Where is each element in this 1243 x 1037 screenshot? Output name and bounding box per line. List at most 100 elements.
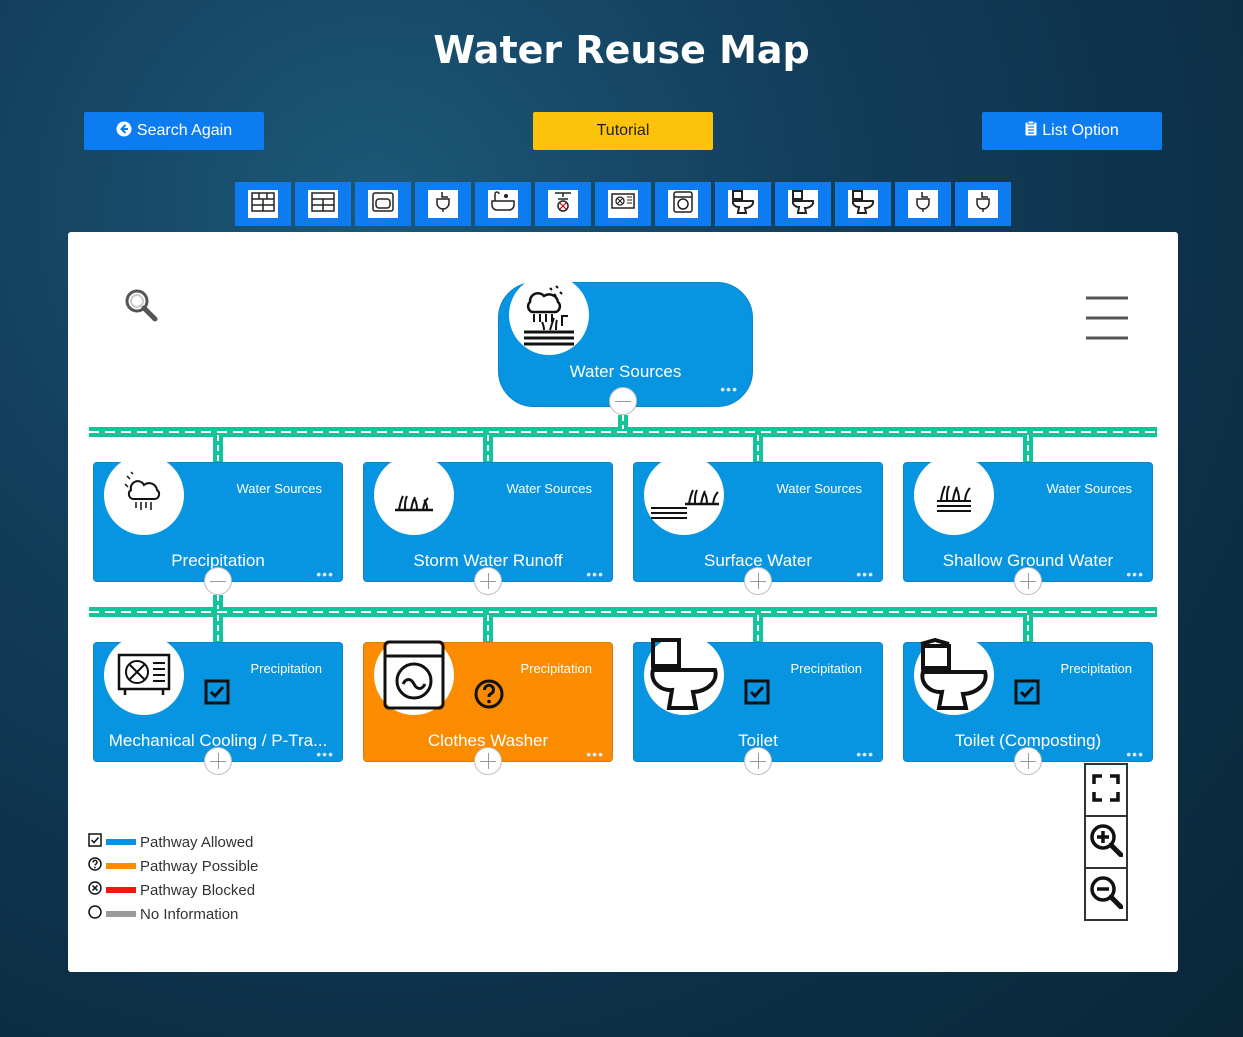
question-icon xyxy=(88,857,102,875)
grass-icon xyxy=(374,455,454,535)
kitchen-cabinets-icon xyxy=(311,191,335,217)
node-expand-toggle[interactable] xyxy=(1014,747,1042,775)
node-expand-toggle[interactable] xyxy=(1014,567,1042,595)
node-menu-icon[interactable]: ••• xyxy=(316,567,334,581)
node-category-label: Water Sources xyxy=(506,481,593,496)
node-menu-icon[interactable]: ••• xyxy=(586,747,604,761)
node-category-label: Precipitation xyxy=(790,661,862,676)
page-title: Water Reuse Map xyxy=(433,28,810,72)
search-again-button[interactable]: Search Again xyxy=(84,112,264,150)
fullscreen-button[interactable] xyxy=(1086,765,1126,817)
zoom-in-button[interactable] xyxy=(1086,817,1126,869)
node-menu-icon[interactable]: ••• xyxy=(1126,747,1144,761)
dishwasher-icon xyxy=(372,191,394,217)
node-menu-icon[interactable]: ••• xyxy=(316,747,334,761)
kitchen-cabinets-icon xyxy=(251,191,275,217)
connector-line xyxy=(213,435,223,463)
fixture-button-toilet[interactable] xyxy=(715,182,771,226)
legend: Pathway Allowed Pathway Possible Pathway… xyxy=(88,830,258,926)
node-shallow-ground-water[interactable]: Water Sources Shallow Ground Water ••• xyxy=(903,455,1153,582)
node-toilet-composting[interactable]: Precipitation Toilet (Composting) ••• xyxy=(903,635,1153,762)
list-option-button[interactable]: List Option xyxy=(982,112,1162,150)
node-category-label: Precipitation xyxy=(250,661,322,676)
connector-line xyxy=(753,435,763,463)
mechanical-cooling-icon xyxy=(611,192,635,216)
search-again-label: Search Again xyxy=(136,122,233,139)
fixture-button-sink-3[interactable] xyxy=(955,182,1011,226)
sink-icon xyxy=(435,191,451,218)
fixture-button-toilet-2[interactable] xyxy=(775,182,831,226)
sink-icon xyxy=(975,191,991,218)
zoom-in-icon xyxy=(1089,823,1124,862)
zoom-out-button[interactable] xyxy=(1086,869,1126,919)
node-expand-toggle[interactable] xyxy=(204,747,232,775)
node-expand-toggle[interactable] xyxy=(474,567,502,595)
node-category-label: Precipitation xyxy=(520,661,592,676)
checkbox-icon xyxy=(88,833,102,851)
node-menu-icon[interactable]: ••• xyxy=(856,747,874,761)
node-menu-icon[interactable]: ••• xyxy=(586,567,604,581)
node-surface-water[interactable]: Water Sources Surface Water ••• xyxy=(633,455,883,582)
list-option-label: List Option xyxy=(1042,122,1119,139)
fixture-button-dishwasher[interactable] xyxy=(355,182,411,226)
node-mechanical-cooling[interactable]: Precipitation Mechanical Cooling / P-Tra… xyxy=(93,635,343,762)
node-menu-icon[interactable]: ••• xyxy=(1126,567,1144,581)
legend-swatch xyxy=(106,911,136,917)
connector-line xyxy=(213,615,223,643)
node-clothes-washer[interactable]: Precipitation Clothes Washer ••• xyxy=(363,635,613,762)
fixture-button-cooling[interactable] xyxy=(595,182,651,226)
mechanical-cooling-icon xyxy=(104,635,184,715)
tutorial-button[interactable]: Tutorial xyxy=(533,112,713,150)
legend-label: Pathway Blocked xyxy=(140,881,256,899)
toilet-icon xyxy=(791,189,815,219)
node-toilet[interactable]: Precipitation Toilet ••• xyxy=(633,635,883,762)
node-collapse-toggle[interactable] xyxy=(204,567,232,595)
toilet-icon xyxy=(914,635,994,715)
connector-line xyxy=(483,615,493,643)
legend-item: Pathway Allowed xyxy=(88,830,258,854)
connector-line xyxy=(1023,615,1033,643)
bathtub-icon xyxy=(491,190,515,218)
arrow-left-circle-icon xyxy=(116,121,132,142)
legend-label: Pathway Allowed xyxy=(140,833,254,851)
search-icon[interactable] xyxy=(123,287,159,328)
rain-cloud-icon xyxy=(104,455,184,535)
toilet-icon xyxy=(644,635,724,715)
clothes-washer-icon xyxy=(673,190,693,218)
connector-line xyxy=(1023,435,1033,463)
node-storm-water-runoff[interactable]: Water Sources Storm Water Runoff ••• xyxy=(363,455,613,582)
clipboard-icon xyxy=(1025,120,1037,141)
node-expand-toggle[interactable] xyxy=(744,567,772,595)
question-icon xyxy=(474,679,504,714)
node-category-label: Water Sources xyxy=(236,481,323,496)
fixture-button-toilet-3[interactable] xyxy=(835,182,891,226)
fixture-button-shower[interactable] xyxy=(535,182,591,226)
node-menu-icon[interactable]: ••• xyxy=(856,567,874,581)
root-node-collapse-toggle[interactable] xyxy=(609,387,637,415)
connector-line xyxy=(618,415,628,429)
toilet-icon xyxy=(851,189,875,219)
fullscreen-icon xyxy=(1092,773,1120,807)
fixture-button-sink-2[interactable] xyxy=(895,182,951,226)
map-panel: Water Sources ••• Water Sources Precipit… xyxy=(68,232,1178,972)
fixture-button-washer[interactable] xyxy=(655,182,711,226)
node-category-label: Water Sources xyxy=(776,481,863,496)
root-node-menu-icon[interactable]: ••• xyxy=(720,382,738,396)
node-expand-toggle[interactable] xyxy=(744,747,772,775)
legend-swatch xyxy=(106,887,136,893)
fixture-button-sink[interactable] xyxy=(415,182,471,226)
tutorial-label: Tutorial xyxy=(596,122,650,139)
root-node-label: Water Sources xyxy=(569,362,682,381)
zoom-controls xyxy=(1084,763,1128,921)
legend-item: Pathway Blocked xyxy=(88,878,258,902)
hamburger-menu-icon[interactable] xyxy=(1086,296,1128,345)
sink-icon xyxy=(915,191,931,218)
node-precipitation[interactable]: Water Sources Precipitation ••• xyxy=(93,455,343,582)
fixture-button-bathtub[interactable] xyxy=(475,182,531,226)
connector-line xyxy=(483,435,493,463)
connector-rail xyxy=(89,607,1157,617)
node-expand-toggle[interactable] xyxy=(474,747,502,775)
fixture-button-kitchen[interactable] xyxy=(235,182,291,226)
fixture-button-kitchen-2[interactable] xyxy=(295,182,351,226)
node-category-label: Precipitation xyxy=(1060,661,1132,676)
